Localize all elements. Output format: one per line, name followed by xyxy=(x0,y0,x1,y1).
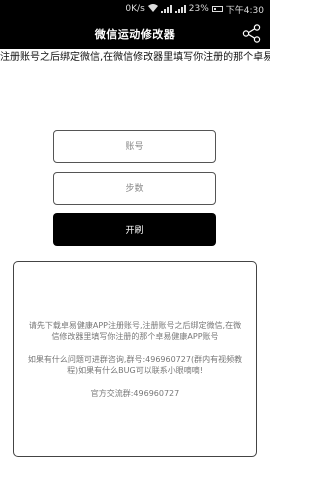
status-bar: 0K/s 23% 下午4:30 xyxy=(0,0,270,18)
info-instructions: 请先下载卓易健康APP注册账号,注册账号之后绑定微信,在微信修改器里填写你注册的… xyxy=(28,320,242,341)
app-bar: 微信运动修改器 xyxy=(0,18,270,49)
marquee-notice: 注册账号之后绑定微信,在微信修改器里填写你注册的那个卓易健康A xyxy=(0,52,270,63)
start-button[interactable]: 开刷 xyxy=(53,213,216,246)
signal-icon xyxy=(160,5,172,13)
info-group: 官方交流群:496960727 xyxy=(90,388,180,398)
app-title: 微信运动修改器 xyxy=(94,27,176,41)
share-icon[interactable] xyxy=(241,23,262,44)
info-support: 如果有什么问题可进群咨询,群号:496960727(群内有视频教程)如果有什么B… xyxy=(27,354,243,375)
signal-icon-2 xyxy=(174,5,186,13)
account-input[interactable] xyxy=(53,130,216,163)
wifi-icon xyxy=(147,3,158,15)
info-panel: 请先下载卓易健康APP注册账号,注册账号之后绑定微信,在微信修改器里填写你注册的… xyxy=(13,261,257,457)
steps-input[interactable] xyxy=(53,172,216,205)
battery-icon xyxy=(211,6,223,12)
battery-percent: 23% xyxy=(188,4,209,14)
clock: 下午4:30 xyxy=(225,5,264,16)
network-speed: 0K/s xyxy=(125,4,145,14)
